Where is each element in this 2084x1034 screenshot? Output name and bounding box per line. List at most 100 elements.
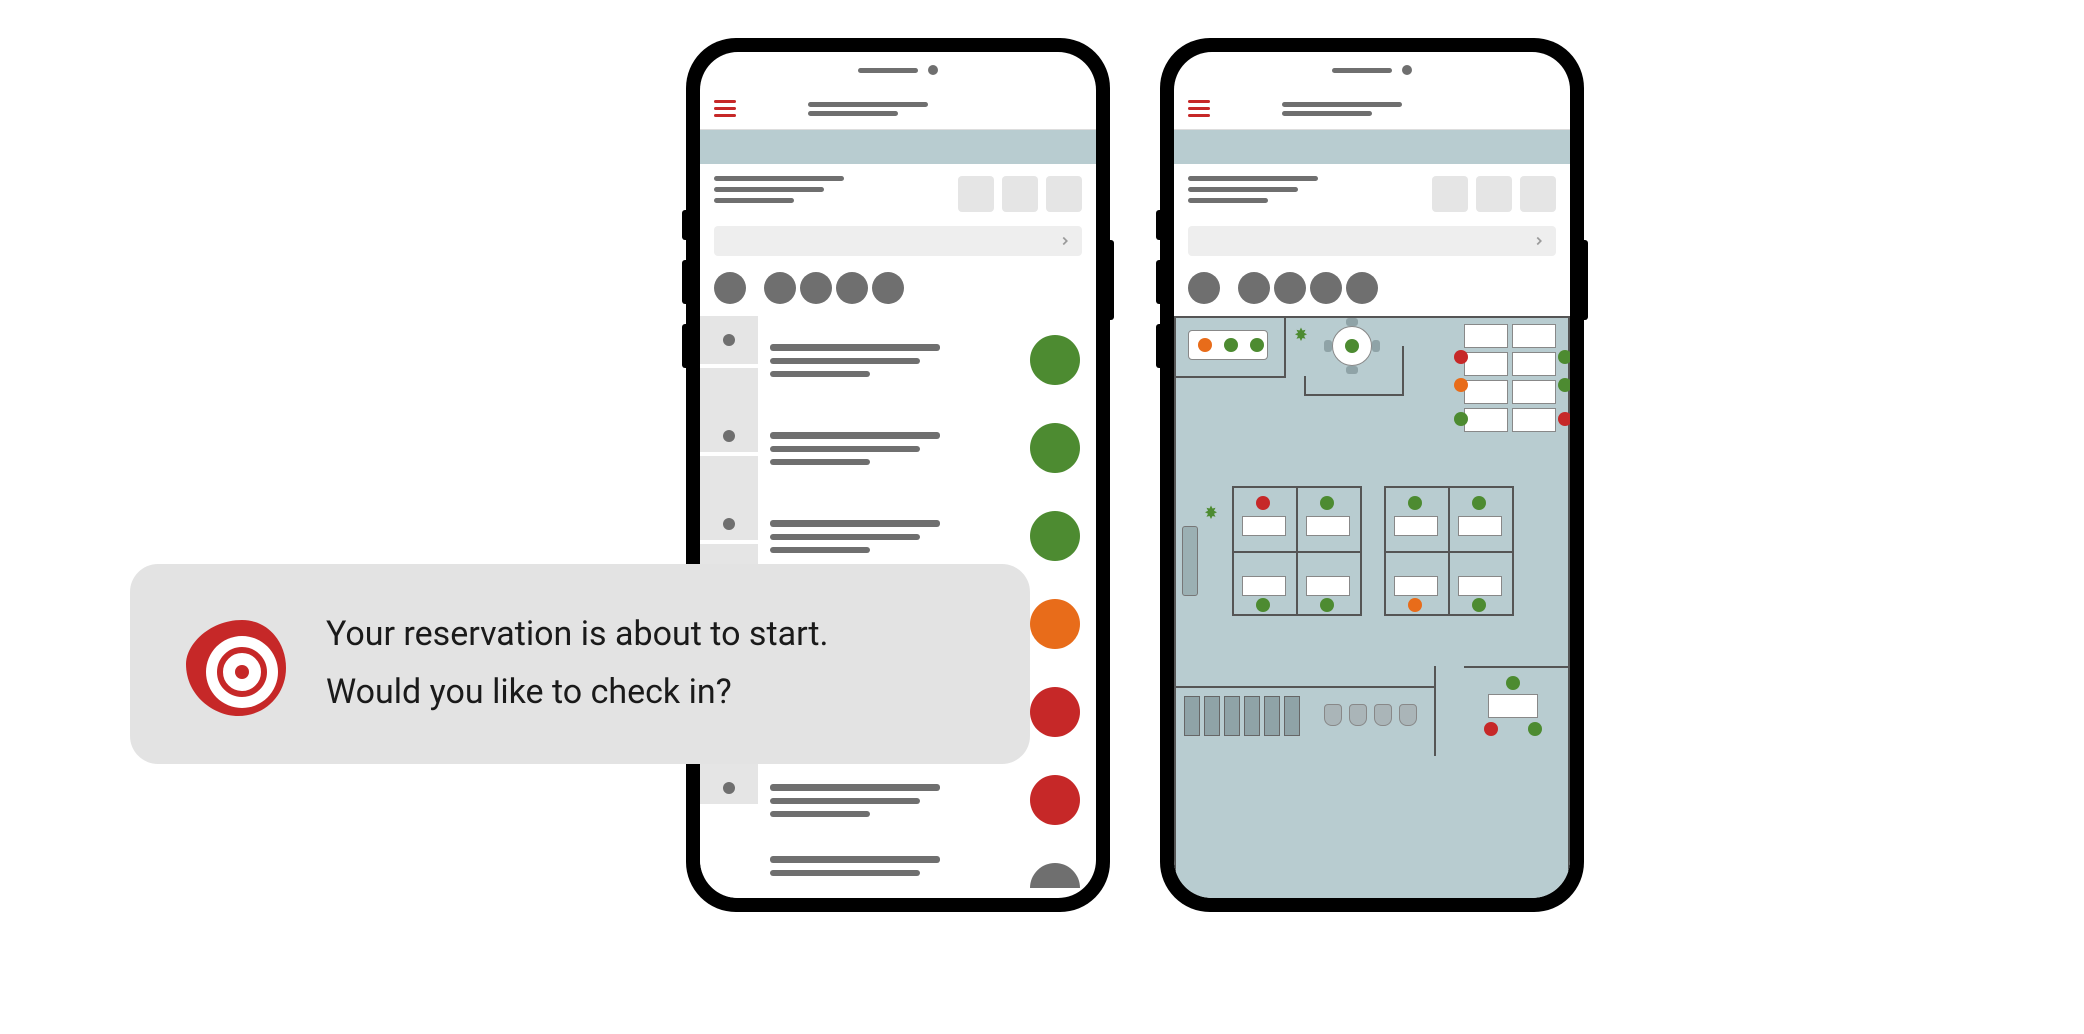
hamburger-menu-icon[interactable] xyxy=(714,100,736,117)
toolbar-action-3[interactable] xyxy=(1520,176,1556,212)
seat[interactable] xyxy=(1224,338,1238,352)
seat[interactable] xyxy=(1454,378,1468,392)
seat[interactable] xyxy=(1506,676,1520,690)
desk[interactable] xyxy=(1464,324,1508,348)
desk[interactable] xyxy=(1512,352,1556,376)
avatar[interactable] xyxy=(714,272,746,304)
seat[interactable] xyxy=(1558,350,1570,364)
seat[interactable] xyxy=(1320,598,1334,612)
seat[interactable] xyxy=(1558,412,1570,426)
avatar[interactable] xyxy=(1188,272,1220,304)
avatar[interactable] xyxy=(800,272,832,304)
status-indicator-orange xyxy=(1030,599,1080,649)
lounge-chair xyxy=(1374,704,1392,726)
phone-screen xyxy=(700,52,1096,898)
header-title-placeholder xyxy=(748,102,1082,116)
seat[interactable] xyxy=(1256,598,1270,612)
status-indicator-green xyxy=(1030,335,1080,385)
avatar[interactable] xyxy=(1238,272,1270,304)
desk[interactable] xyxy=(1512,408,1556,432)
seat[interactable] xyxy=(1454,350,1468,364)
desk[interactable] xyxy=(1306,576,1350,596)
notification-line-1: Your reservation is about to start. xyxy=(326,612,829,658)
plant-icon xyxy=(1292,326,1310,344)
top-banner xyxy=(1174,130,1570,164)
seat[interactable] xyxy=(1250,338,1264,352)
seat[interactable] xyxy=(1408,496,1422,510)
seat[interactable] xyxy=(1345,339,1359,353)
status-indicator-red xyxy=(1030,775,1080,825)
avatar[interactable] xyxy=(1274,272,1306,304)
seat[interactable] xyxy=(1472,598,1486,612)
phone-mockup-list xyxy=(688,40,1108,910)
section-title-placeholder xyxy=(1188,176,1318,203)
status-indicator-green xyxy=(1030,423,1080,473)
seat[interactable] xyxy=(1256,496,1270,510)
phone-side-buttons xyxy=(682,210,688,368)
list-item[interactable] xyxy=(770,404,1096,492)
lounge-chair xyxy=(1399,704,1417,726)
search-bar[interactable] xyxy=(1188,226,1556,256)
desk[interactable] xyxy=(1512,380,1556,404)
section-title-placeholder xyxy=(714,176,844,203)
desk[interactable] xyxy=(1306,516,1350,536)
desk[interactable] xyxy=(1458,576,1502,596)
app-header xyxy=(700,88,1096,130)
seat[interactable] xyxy=(1198,338,1212,352)
floorplan-view[interactable] xyxy=(1174,316,1570,898)
status-bar xyxy=(700,52,1096,88)
status-bar xyxy=(1174,52,1570,88)
seat[interactable] xyxy=(1454,412,1468,426)
toolbar-row xyxy=(1174,164,1570,220)
seat[interactable] xyxy=(1472,496,1486,510)
seat[interactable] xyxy=(1484,722,1498,736)
desk[interactable] xyxy=(1394,516,1438,536)
toolbar-actions xyxy=(958,176,1082,212)
toolbar-action-1[interactable] xyxy=(958,176,994,212)
desk[interactable] xyxy=(1242,516,1286,536)
list-item[interactable] xyxy=(770,316,1096,404)
desk[interactable] xyxy=(1458,516,1502,536)
top-banner xyxy=(700,130,1096,164)
desk[interactable] xyxy=(1464,408,1508,432)
app-header xyxy=(1174,88,1570,130)
search-bar[interactable] xyxy=(714,226,1082,256)
phone-side-buttons xyxy=(1156,210,1162,368)
status-indicator-green xyxy=(1030,511,1080,561)
header-title-placeholder xyxy=(1222,102,1556,116)
toolbar-action-3[interactable] xyxy=(1046,176,1082,212)
desk[interactable] xyxy=(1242,576,1286,596)
list-item[interactable] xyxy=(770,756,1096,844)
avatar[interactable] xyxy=(764,272,796,304)
toolbar-action-2[interactable] xyxy=(1002,176,1038,212)
seat[interactable] xyxy=(1558,378,1570,392)
desk[interactable] xyxy=(1394,576,1438,596)
desk[interactable] xyxy=(1512,324,1556,348)
notification-text: Your reservation is about to start. Woul… xyxy=(326,612,829,716)
hamburger-menu-icon[interactable] xyxy=(1188,100,1210,117)
desk[interactable] xyxy=(1488,694,1538,718)
notification-line-2: Would you like to check in? xyxy=(326,670,829,716)
app-logo-icon xyxy=(170,604,290,724)
plant-icon xyxy=(1202,504,1220,522)
chevron-right-icon xyxy=(1058,234,1072,248)
check-in-notification[interactable]: Your reservation is about to start. Woul… xyxy=(130,564,1030,764)
avatar[interactable] xyxy=(1310,272,1342,304)
avatar[interactable] xyxy=(1346,272,1378,304)
chevron-right-icon xyxy=(1532,234,1546,248)
seat[interactable] xyxy=(1320,496,1334,510)
avatar[interactable] xyxy=(836,272,868,304)
desk[interactable] xyxy=(1464,380,1508,404)
status-indicator-partial xyxy=(1030,863,1080,888)
lounge-chair xyxy=(1324,704,1342,726)
seat[interactable] xyxy=(1528,722,1542,736)
phone-power-button xyxy=(1582,240,1588,320)
seat[interactable] xyxy=(1408,598,1422,612)
phone-screen xyxy=(1174,52,1570,898)
toolbar-action-2[interactable] xyxy=(1476,176,1512,212)
toolbar-action-1[interactable] xyxy=(1432,176,1468,212)
desk[interactable] xyxy=(1464,352,1508,376)
list-item[interactable] xyxy=(770,844,1096,888)
avatar[interactable] xyxy=(872,272,904,304)
lounge-chair xyxy=(1349,704,1367,726)
